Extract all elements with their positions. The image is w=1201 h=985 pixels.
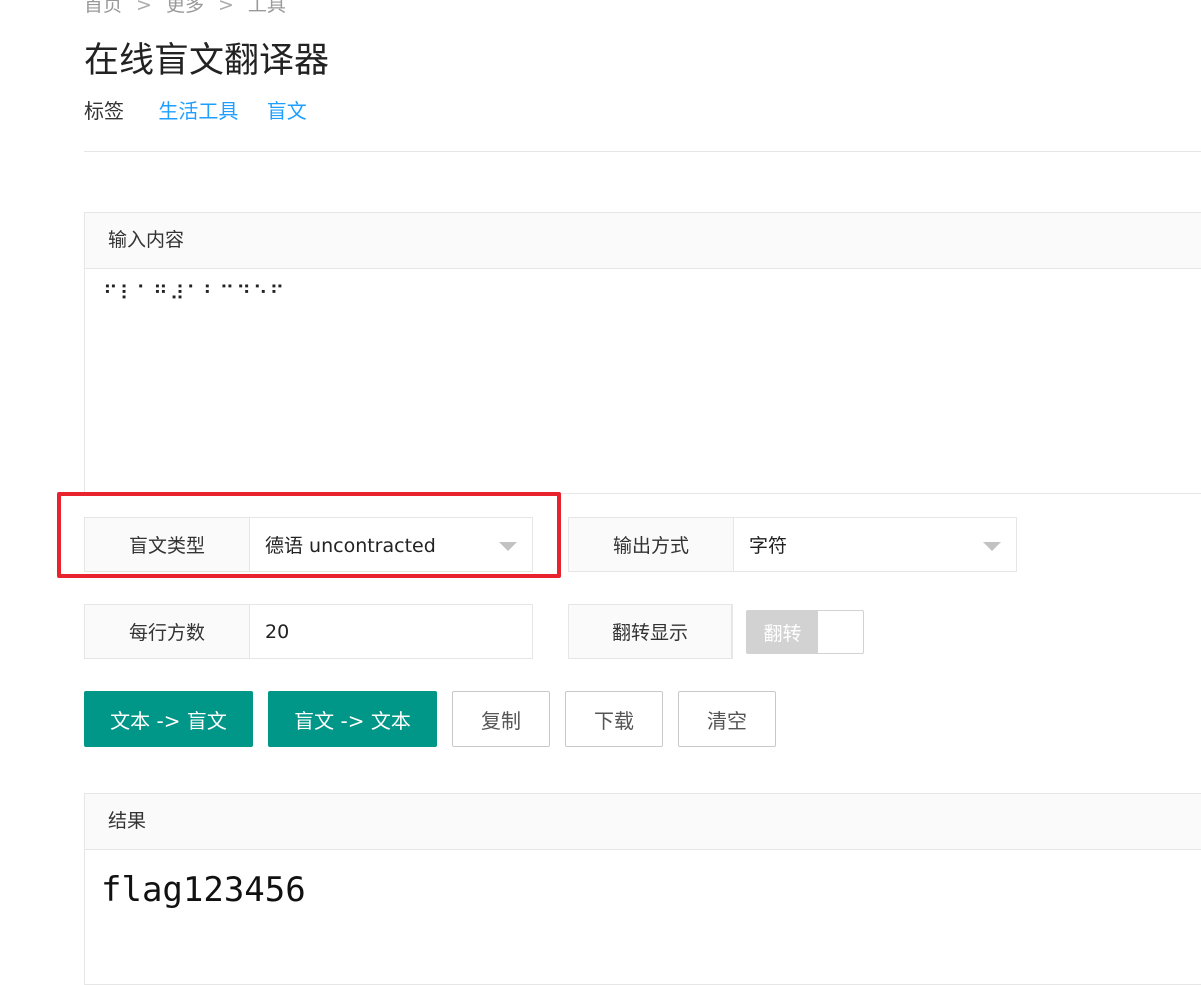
result-panel: 结果 flag123456 — [84, 793, 1201, 985]
output-mode-value: 字符 — [749, 535, 788, 557]
output-mode-field: 输出方式 字符 — [568, 517, 1017, 572]
result-panel-header: 结果 — [85, 794, 1201, 850]
copy-button[interactable]: 复制 — [452, 691, 550, 747]
tag-braille[interactable]: 盲文 — [267, 99, 307, 123]
output-mode-label: 输出方式 — [569, 518, 734, 571]
input-panel-header: 输入内容 — [85, 213, 1201, 269]
tag-life-tools[interactable]: 生活工具 — [158, 99, 238, 123]
flip-display-field: 翻转显示 — [568, 604, 733, 659]
highlight-box — [57, 492, 561, 578]
output-mode-select[interactable]: 字符 — [734, 518, 1016, 571]
flip-toggle-text: 翻转 — [747, 611, 818, 653]
download-button[interactable]: 下载 — [565, 691, 663, 747]
page-title: 在线盲文翻译器 — [84, 41, 330, 81]
text-to-braille-button[interactable]: 文本 -> 盲文 — [84, 691, 253, 747]
breadcrumb-separator: > — [136, 0, 152, 16]
breadcrumb-tools[interactable]: 工具 — [248, 0, 286, 16]
input-panel: 输入内容 ⠋⠇⠁⠛⠼⠁⠃⠉⠙⠑⠋ — [84, 212, 1201, 494]
cells-per-line-field: 每行方数 20 — [84, 604, 533, 659]
chevron-down-icon — [983, 542, 1001, 551]
breadcrumb-home[interactable]: 首页 — [84, 0, 122, 16]
divider — [84, 151, 1201, 152]
breadcrumb-separator: > — [217, 0, 234, 16]
braille-to-text-button[interactable]: 盲文 -> 文本 — [268, 691, 437, 747]
tag-list: 标签 生活工具 盲文 — [84, 95, 329, 124]
flip-display-toggle[interactable]: 翻转 — [746, 610, 864, 654]
breadcrumb: 首页 > 更多 > 工具 — [84, 0, 286, 17]
breadcrumb-more[interactable]: 更多 — [166, 0, 204, 16]
cells-per-line-label: 每行方数 — [85, 605, 250, 658]
flip-display-label: 翻转显示 — [569, 605, 732, 658]
result-output: flag123456 — [101, 870, 306, 910]
tags-label: 标签 — [84, 99, 124, 123]
cells-per-line-input[interactable]: 20 — [250, 605, 532, 658]
clear-button[interactable]: 清空 — [678, 691, 776, 747]
braille-input-textarea[interactable]: ⠋⠇⠁⠛⠼⠁⠃⠉⠙⠑⠋ — [85, 269, 1201, 317]
